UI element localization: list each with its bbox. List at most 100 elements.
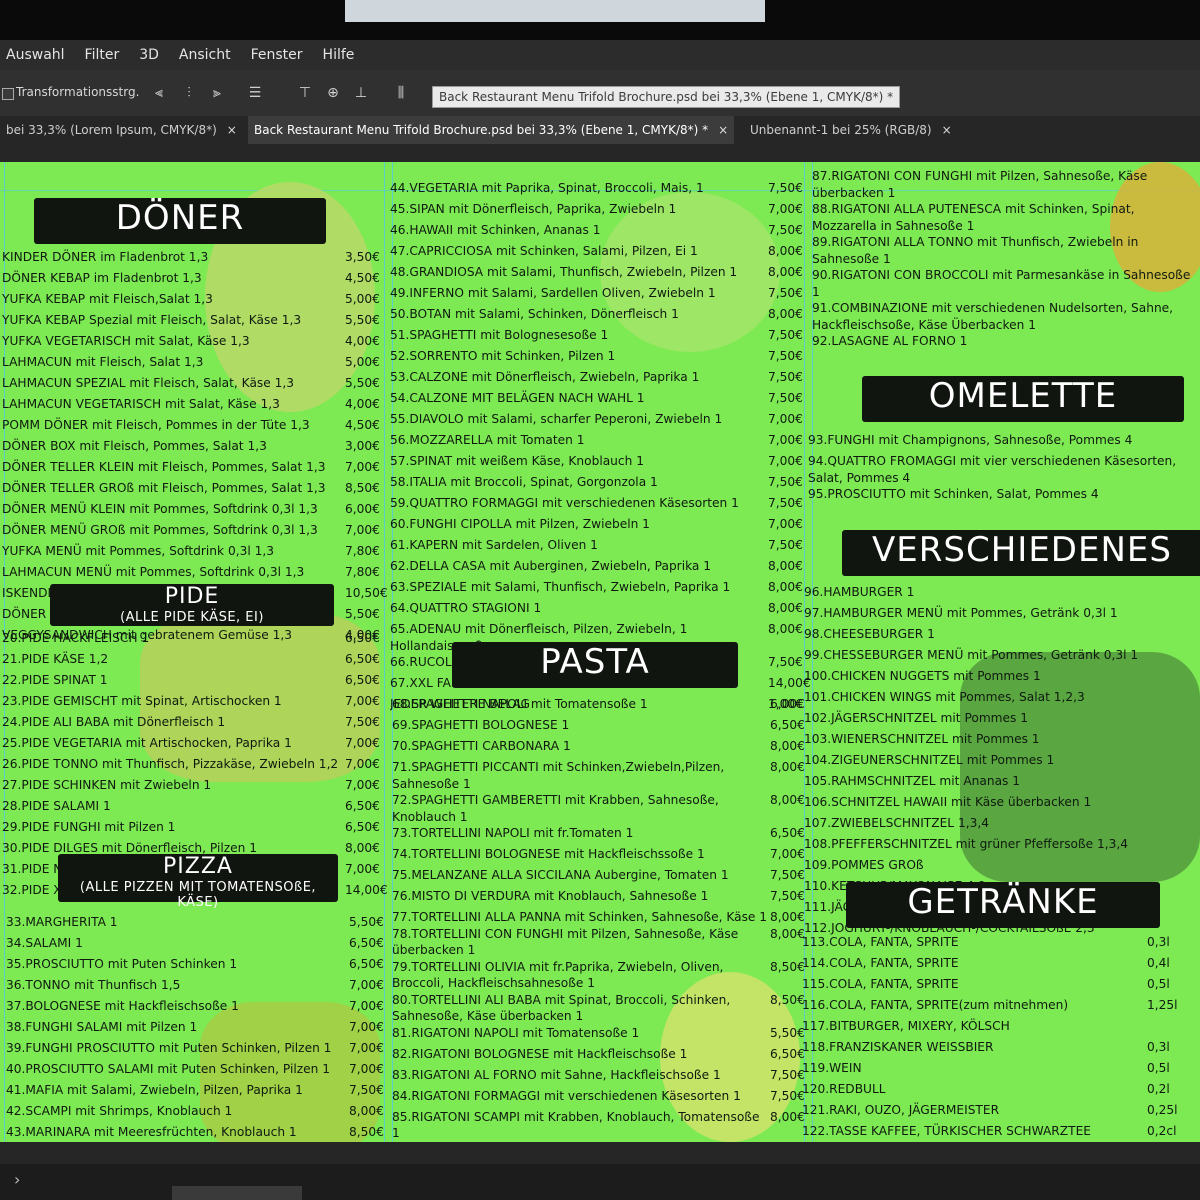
close-icon[interactable]: ×	[718, 123, 728, 137]
menu-item: KINDER DÖNER im Fladenbrot 1,3 3,50€	[2, 249, 380, 270]
menu-item-name: 59.QUATTRO FORMAGGI mit verschiedenen Kä…	[390, 496, 739, 510]
close-icon[interactable]: ×	[942, 123, 952, 137]
align-left-icon[interactable]: ⫷	[150, 84, 168, 102]
menu-item-price: 8,00€	[768, 622, 803, 636]
menu-item-name: 107.ZWIEBELSCHNITZEL 1,3,4	[804, 816, 989, 830]
menu-item: YUFKA VEGETARISCH mit Salat, Käse 1,3 4,0…	[2, 333, 380, 354]
menu-item-name: DÖNER KEBAP im Fladenbrot 1,3	[2, 271, 202, 285]
distribute-icon[interactable]: ☰	[246, 84, 264, 102]
menu-item: 63.SPEZIALE mit Salami, Thunfisch, Zwieb…	[390, 579, 803, 600]
menu-item: 54.CALZONE MIT BELÄGEN NACH WAHL 1 7,50€	[390, 390, 803, 411]
menu-item-name: 75.MELANZANE ALLA SICCILANA Aubergine, T…	[392, 868, 729, 882]
menu-item: 95.PROSCIUTTO mit Schinken, Salat, Pomme…	[808, 486, 1188, 507]
menu-item: DÖNER MENÜ KLEIN mit Pommes, Softdrink 0…	[2, 501, 380, 522]
menu-item-price: 7,00€	[345, 778, 380, 792]
menu-item: 51.SPAGHETTI mit Bolognesesoße 1 7,50€	[390, 327, 803, 348]
menu-item: 39.FUNGHI PROSCIUTTO mit Puten Schinken,…	[6, 1040, 384, 1061]
menu-3d[interactable]: 3D	[139, 47, 159, 63]
tab-unbenannt-1[interactable]: Unbenannt-1 bei 25% (RGB/8) ×	[744, 116, 952, 144]
menu-item-name: 121.RAKI, OUZO, JÄGERMEISTER	[802, 1103, 1000, 1117]
menu-item: 28.PIDE SALAMI 1 6,50€	[2, 798, 380, 819]
pide-heading: PIDE (ALLE PIDE KÄSE, EI)	[50, 584, 334, 626]
menu-item: 100.CHICKEN NUGGETS mit Pommes 1	[804, 668, 1184, 689]
menu-auswahl[interactable]: Auswahl	[6, 47, 65, 63]
chevron-right-icon[interactable]: ›	[14, 1170, 20, 1189]
align-middle-icon[interactable]: ⊕	[324, 84, 342, 102]
align-top-icon[interactable]: ⊤	[296, 84, 314, 102]
menu-item: 68.SPAGHETTI NAPOLI mit Tomatensoße 1 6,0…	[392, 696, 805, 717]
menu-item: 77.TORTELLINI ALLA PANNA mit Schinken, S…	[392, 909, 805, 926]
document-tab-bar: bei 33,3% (Lorem Ipsum, CMYK/8*) × Back R…	[0, 116, 1200, 144]
menu-item-price: 6,50€	[349, 936, 384, 950]
menu-item-price: 7,50€	[770, 1088, 805, 1103]
menu-item-price: 7,50€	[768, 391, 803, 405]
menu-item-price: 8,00€	[770, 1109, 805, 1124]
menu-item-price: 8,00€	[770, 910, 805, 924]
menu-item-price: 8,50€	[770, 959, 805, 974]
monitor-top-glare	[0, 0, 1200, 40]
menu-item-price: 8,00€	[770, 739, 805, 753]
menu-item: 103.WIENERSCHNITZEL mit Pommes 1	[804, 731, 1184, 752]
menu-item: 46.HAWAII mit Schinken, Ananas 1 7,50€	[390, 222, 803, 243]
menu-item-price: 0,5l	[1147, 1061, 1170, 1075]
menu-item-name: 108.PFEFFERSCHNITZEL mit grüner Pfeffers…	[804, 837, 1129, 851]
menu-item-price: 5,50€	[349, 915, 384, 929]
menu-item-price: 4,50€	[345, 271, 380, 285]
tab-lorem-ipsum[interactable]: bei 33,3% (Lorem Ipsum, CMYK/8*) ×	[0, 116, 237, 144]
menu-item-name: 38.FUNGHI SALAMI mit Pilzen 1	[6, 1020, 198, 1034]
menu-item-price: 8,00€	[349, 1104, 384, 1118]
glare-highlight	[345, 0, 765, 22]
menu-item-name: 100.CHICKEN NUGGETS mit Pommes 1	[804, 669, 1041, 683]
menu-hilfe[interactable]: Hilfe	[323, 47, 355, 63]
menu-item: 34.SALAMI 1 6,50€	[6, 935, 384, 956]
menu-item-price: 6,50€	[770, 1046, 805, 1061]
menu-item-name: YUFKA VEGETARISCH mit Salat, Käse 1,3	[2, 334, 250, 348]
menu-item: 93.FUNGHI mit Champignons, Sahnesoße, Po…	[808, 432, 1188, 453]
menu-filter[interactable]: Filter	[85, 47, 120, 63]
menu-item-name: 71.SPAGHETTI PICCANTI mit Schinken,Zwieb…	[392, 760, 725, 791]
menu-item: 92.LASAGNE AL FORNO 1	[812, 333, 1192, 354]
menu-item-price: 7,00€	[768, 517, 803, 531]
horizontal-scrollbar[interactable]	[172, 1186, 302, 1200]
menu-item-name: 73.TORTELLINI NAPOLI mit fr.Tomaten 1	[392, 826, 634, 840]
menu-fenster[interactable]: Fenster	[251, 47, 303, 63]
menu-item-name: 84.RIGATONI FORMAGGI mit verschiedenen K…	[392, 1088, 741, 1103]
transform-controls-checkbox[interactable]	[2, 88, 14, 100]
align-bottom-icon[interactable]: ⊥	[352, 84, 370, 102]
menu-item: DÖNER TELLER GROß mit Fleisch, Pommes, S…	[2, 480, 380, 501]
menu-item: 55.DIAVOLO mit Salami, scharfer Peperoni…	[390, 411, 803, 432]
menu-item-name: YUFKA MENÜ mit Pommes, Softdrink 0,3l 1,…	[2, 544, 274, 558]
menu-ansicht[interactable]: Ansicht	[179, 47, 231, 63]
menu-item: 72.SPAGHETTI GAMBERETTI mit Krabben, Sah…	[392, 792, 805, 825]
menu-item-price: 1,25l	[1147, 998, 1178, 1012]
menu-item-price: 5,00€	[345, 292, 380, 306]
menu-item-name: 106.SCHNITZEL HAWAII mit Käse überbacken…	[804, 795, 1092, 809]
menu-item: 52.SORRENTO mit Schinken, Pilzen 1 7,50€	[390, 348, 803, 369]
menu-item: 115.COLA, FANTA, SPRITE 0,5l	[802, 976, 1182, 997]
menu-item-price: 7,00€	[345, 736, 380, 750]
menu-item: 20.PIDE HACKFLEISCH 1 6,50€	[2, 630, 380, 651]
menu-item-name: 101.CHICKEN WINGS mit Pommes, Salat 1,2,…	[804, 690, 1085, 704]
menu-item-name: 99.CHESSEBURGER MENÜ mit Pommes, Getränk…	[804, 648, 1139, 662]
menu-item: 79.TORTELLINI OLIVIA mit fr.Paprika, Zwi…	[392, 959, 805, 992]
menu-item-name: 117.BITBURGER, MIXERY, KÖLSCH	[802, 1019, 1010, 1033]
align-right-icon[interactable]: ⫸	[208, 84, 226, 102]
menu-item-price: 7,00€	[349, 978, 384, 992]
align-center-icon[interactable]: ⫶	[180, 84, 198, 102]
menu-item: 43.MARINARA mit Meeresfrüchten, Knoblauc…	[6, 1124, 384, 1142]
close-icon[interactable]: ×	[227, 123, 237, 137]
document-canvas[interactable]: DÖNER KINDER DÖNER im Fladenbrot 1,3 3,50…	[0, 162, 1200, 1142]
getranke-heading: GETRÄNKE	[846, 882, 1160, 928]
tab-label: Back Restaurant Menu Trifold Brochure.ps…	[254, 123, 709, 137]
distribute-vertical-icon[interactable]: ⫼	[392, 84, 410, 102]
menu-item: YUFKA MENÜ mit Pommes, Softdrink 0,3l 1,…	[2, 543, 380, 564]
menu-item-name: 44.VEGETARIA mit Paprika, Spinat, Brocco…	[390, 181, 704, 195]
guide-line	[384, 162, 385, 1142]
tab-back-restaurant-menu[interactable]: Back Restaurant Menu Trifold Brochure.ps…	[248, 116, 734, 144]
menu-item-name: 54.CALZONE MIT BELÄGEN NACH WAHL 1	[390, 391, 645, 405]
menu-item-name: 113.COLA, FANTA, SPRITE	[802, 935, 959, 949]
menu-item: 33.MARGHERITA 1 5,50€	[6, 914, 384, 935]
menu-item-name: 114.COLA, FANTA, SPRITE	[802, 956, 959, 970]
menu-item-price: 8,00€	[770, 926, 805, 941]
menu-item-price: 8,50€	[345, 481, 380, 495]
